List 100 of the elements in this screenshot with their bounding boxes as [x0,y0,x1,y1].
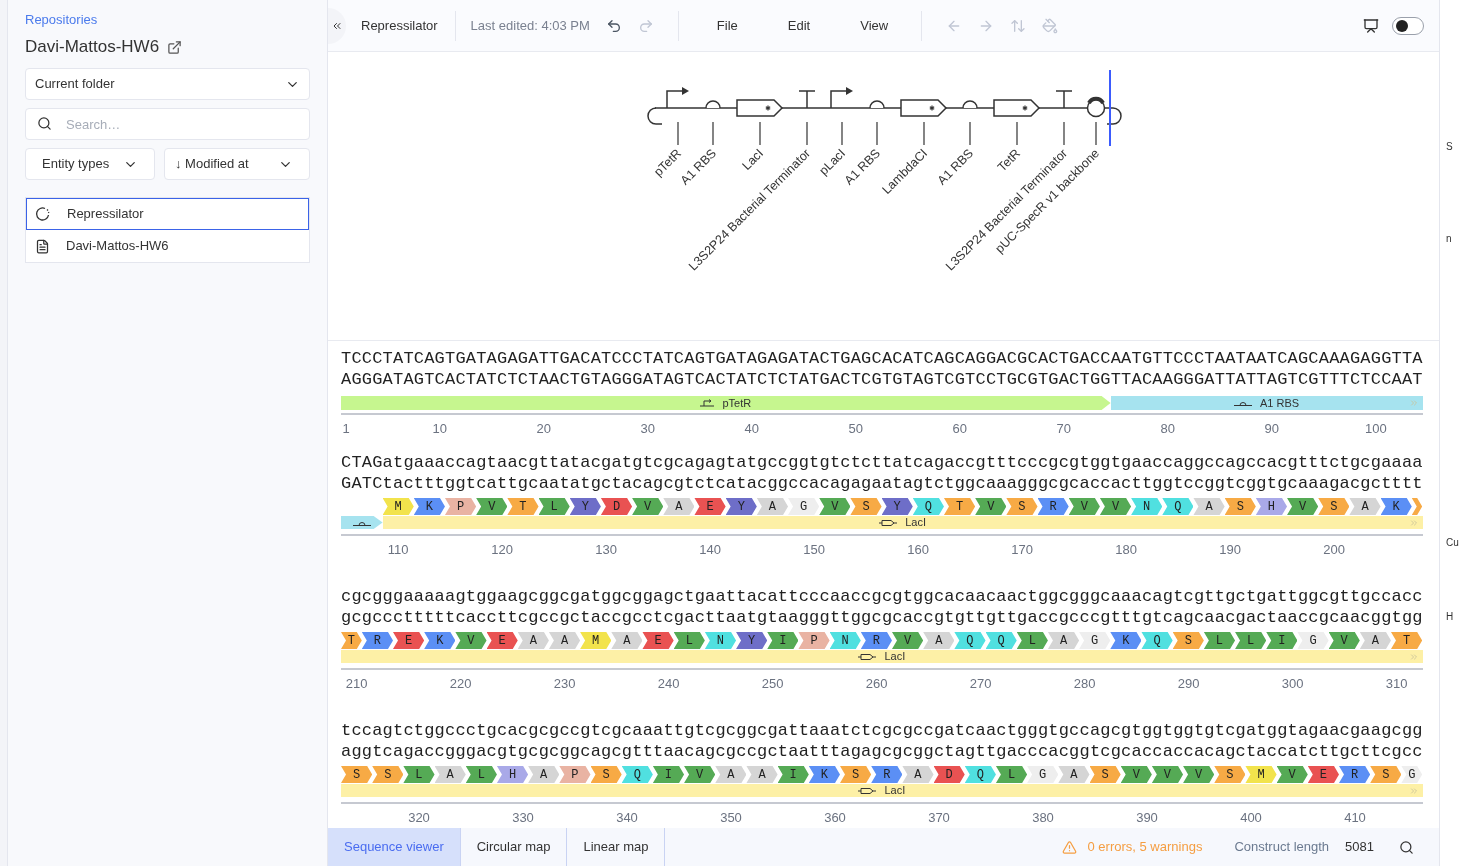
tree-item[interactable]: Repressilator [26,198,309,230]
cds-icon [879,518,898,527]
rbs-icon [962,100,978,109]
amino-acid: S [1006,498,1038,515]
tick-label: 300 [1281,676,1304,692]
amino-acid: V [1276,766,1308,783]
tick-label: 360 [824,810,846,826]
leader-line [712,121,714,146]
feature-bar[interactable] [341,516,383,529]
amino-acid: L [995,766,1028,783]
feature-label: A1 RBS [1260,397,1300,409]
leader-line [759,121,761,146]
rbs-icon [1234,400,1252,406]
amino-acid: S [372,766,404,783]
backbone-end-icon [647,107,663,125]
amino-acid: V [684,766,716,783]
amino-acid: M [382,498,414,515]
tick-label: 80 [1160,421,1176,437]
amino-acid: V [975,498,1007,515]
menu-item[interactable]: Edit [779,15,819,36]
search-field[interactable]: Search… [25,108,310,140]
amino-acid: A [611,632,643,649]
view-tab[interactable]: Linear map [567,828,666,866]
amino-acid: V [1151,766,1184,783]
amino-acid: G [788,498,820,515]
filter-dropdown[interactable]: ↓ Modified at [164,148,310,180]
part-label[interactable]: LacI [739,146,767,173]
tick-label: 290 [1177,676,1200,692]
amino-acid: A [528,766,560,783]
continues-icon [1408,398,1419,408]
amino-acid: S [341,766,373,783]
amino-acid: D [600,498,633,515]
amino-acid: E [486,632,518,649]
tick-label: 410 [1344,810,1366,826]
view-tab[interactable]: Sequence viewer [328,828,461,866]
folder-select[interactable]: Current folder [25,68,310,100]
continues-icon [1408,786,1419,796]
menu-item[interactable]: View [852,15,897,36]
tick-label: 140 [699,542,722,558]
amino-acid: H [1255,498,1288,515]
amino-acid: T [943,498,976,515]
collapse-sidebar-button[interactable] [328,7,346,44]
document-title: Repressilator [361,16,438,35]
view-tab[interactable]: Circular map [460,828,568,866]
amino-acid: A [923,632,955,649]
tick-label: 1 [342,421,350,437]
amino-acid: P [444,498,477,515]
menu-item[interactable]: File [708,15,746,36]
feature-bar[interactable]: pTetR [341,396,1111,410]
amino-acid: E [694,498,726,515]
amino-acid: A [756,498,789,515]
filter-dropdown[interactable]: Entity types [25,148,155,180]
repository-title: Davi-Mattos-HW6 [25,36,160,58]
tree-item[interactable]: Davi-Mattos-HW6 [26,230,309,262]
amino-acid: Q [985,632,1017,649]
feature-bar[interactable]: A1 RBS [1110,396,1423,410]
feature-bar[interactable]: LacI [341,784,1423,797]
amino-acid: I [767,632,799,649]
toggle-switch[interactable] [1392,16,1424,35]
sequence-strand: AGGGATAGTCACTATCTCTAACTGTAGGGATAGTCACTATCTCTATGACTCGTGTAGTCGTCCTGCGTGACTGGTTACAAGGGATTATTAGTCGTTTCTCCAAT [341,369,1423,390]
amino-acid: A [1047,632,1080,649]
search-icon[interactable] [1399,839,1414,855]
leader-line [1016,121,1018,146]
amino-acid: D [933,766,965,783]
feature-bar[interactable]: LacI [382,516,1423,529]
amino-acid: I [1266,632,1298,649]
amino-acid: V [1068,498,1100,515]
amino-acid: V [892,632,924,649]
amino-acid: G [1079,632,1111,649]
leader-line [841,121,843,146]
breadcrumb-link[interactable]: Repositories [25,12,310,28]
amino-acid: M [1245,766,1277,783]
sequence-strand: tccagtctggccctgcacgcgccgtcgcaaattgtcgcggcgattaaatctcgcgccgatcaactgggtgccagcgtggtggtgtcgatggtagaacgaagcgg [341,720,1423,741]
amino-acid: S [1224,498,1256,515]
amino-acid: R [1037,498,1069,515]
tick-label: 210 [345,676,368,692]
part-label[interactable]: TetR [995,146,1024,175]
amino-acid: T [507,498,539,515]
tree-item-label: Davi-Mattos-HW6 [66,237,169,256]
amino-acid: L [673,632,705,649]
sequence-strand: TCCCTATCAGTGATAGAGATTGACATCCCTATCAGTGATAGAGATACTGAGCACATCAGCAGGACGCACTGACCAATGTTCCCTAATAATCAGCAAAGAGGTTA [341,348,1423,369]
amino-acid: Q [912,498,944,515]
leader-line [923,121,925,146]
terminator-icon [1055,90,1073,109]
promoter-icon [830,87,853,109]
amino-acid: L [465,766,497,783]
cds-icon [858,786,877,795]
external-link-icon[interactable] [167,39,183,55]
amino-acid: K [413,498,445,515]
amino-acid: V [1120,766,1152,783]
feature-label: LacI [905,517,926,528]
feature-bar[interactable]: LacI [341,650,1423,663]
presentation-icon[interactable] [1363,17,1379,34]
amino-acid: V [1328,632,1360,649]
undo-icon[interactable] [605,17,622,34]
backbone-end-icon [1106,107,1122,125]
amino-acid: H [496,766,529,783]
sequence-strand: GATCtactttggtcattgcaatatgctacagcgtctcatacggccacagagaatagtctggcaaagggcgcaccacttggtccggtcggtgcaaagacgctttt [341,473,1423,494]
amino-acid: N [829,632,861,649]
tick-label: 350 [720,810,742,826]
